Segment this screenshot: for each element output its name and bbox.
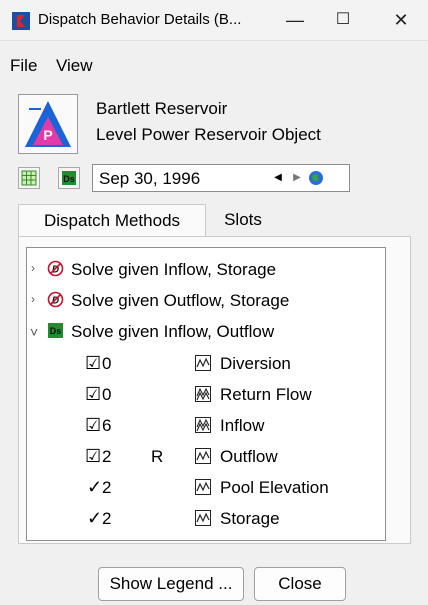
- method-label: Solve given Inflow, Storage: [71, 260, 277, 279]
- slot-label: Pool Elevation: [220, 478, 329, 497]
- series-slot-icon: [195, 510, 211, 526]
- chevron-down-icon[interactable]: ˅: [30, 324, 38, 340]
- reservoir-icon-letter: P: [43, 127, 52, 143]
- checkbox-icon: ☑: [85, 384, 102, 404]
- list-item-method-expanded[interactable]: ˅ Ds Solve given Inflow, Outflow: [27, 318, 385, 346]
- reservoir-object-icon: P: [18, 94, 78, 154]
- menu-file[interactable]: File: [10, 56, 37, 76]
- slot-value: 2: [102, 478, 112, 497]
- slot-label: Inflow: [220, 416, 265, 435]
- series-slot-icon: [195, 448, 211, 464]
- method-label: Solve given Inflow, Outflow: [71, 322, 275, 341]
- close-window-button[interactable]: ✕: [378, 4, 424, 36]
- slot-row[interactable]: ☑ 0 Diversion: [27, 350, 385, 378]
- chevron-right-icon[interactable]: ›: [31, 261, 35, 275]
- slot-row[interactable]: ✓ 2 Storage: [27, 505, 385, 533]
- checkmark-icon: ✓: [87, 508, 103, 528]
- list-item-method[interactable]: › D Solve given Inflow, Storage: [27, 256, 385, 284]
- object-type: Level Power Reservoir Object: [96, 125, 321, 144]
- slot-label: Storage: [220, 509, 280, 528]
- dispatch-methods-panel: › D Solve given Inflow, Storage › D Solv…: [18, 236, 411, 544]
- slot-label: Outflow: [220, 447, 278, 466]
- grid-view-button[interactable]: [18, 167, 40, 189]
- grid-icon: [21, 170, 37, 186]
- disabled-method-icon: D: [47, 291, 64, 308]
- window-title: Dispatch Behavior Details (B...: [38, 11, 242, 28]
- maximize-button[interactable]: ☐: [320, 4, 366, 36]
- slot-flag: R: [151, 447, 164, 466]
- slot-value: 0: [102, 354, 112, 373]
- slot-label: Diversion: [220, 354, 291, 373]
- chevron-right-icon[interactable]: ›: [31, 292, 35, 306]
- timestep-date-field[interactable]: Sep 30, 1996 ◀ ▶: [92, 164, 350, 192]
- dispatch-solution-button[interactable]: Ds: [58, 167, 80, 189]
- show-legend-button[interactable]: Show Legend ...: [98, 567, 244, 601]
- slot-value: 0: [102, 385, 112, 404]
- dispatch-ds-icon: Ds: [48, 323, 63, 338]
- list-item-method[interactable]: › D Solve given Outflow, Storage: [27, 287, 385, 315]
- globe-icon[interactable]: [307, 169, 325, 187]
- minimize-button[interactable]: —: [272, 4, 318, 36]
- checkmark-icon: ✓: [87, 477, 103, 497]
- menu-view[interactable]: View: [56, 56, 93, 76]
- title-bar: Dispatch Behavior Details (B... — ☐ ✕: [0, 0, 428, 41]
- slot-value: 2: [102, 509, 112, 528]
- next-timestep-button[interactable]: ▶: [288, 168, 306, 188]
- slot-value: 2: [102, 447, 112, 466]
- timestep-date[interactable]: Sep 30, 1996: [99, 169, 200, 189]
- tab-dispatch-methods[interactable]: Dispatch Methods: [18, 204, 206, 236]
- checkbox-icon: ☑: [85, 446, 102, 466]
- checkbox-icon: ☑: [85, 415, 102, 435]
- tab-slots[interactable]: Slots: [206, 204, 280, 236]
- slot-label: Return Flow: [220, 385, 312, 404]
- slot-row[interactable]: ☑ 2 R Outflow: [27, 443, 385, 471]
- object-name: Bartlett Reservoir: [96, 99, 228, 118]
- slot-row[interactable]: ✓ 2 Pool Elevation: [27, 474, 385, 502]
- riverware-app-icon: [12, 12, 30, 30]
- dispatch-ds-icon: Ds: [62, 171, 76, 185]
- close-button[interactable]: Close: [254, 567, 346, 601]
- previous-timestep-button[interactable]: ◀: [269, 168, 287, 188]
- svg-text:Ds: Ds: [63, 174, 75, 184]
- checkbox-icon: ☑: [85, 353, 102, 373]
- disabled-method-icon: D: [47, 260, 64, 277]
- series-slot-icon: [195, 479, 211, 495]
- method-label: Solve given Outflow, Storage: [71, 291, 290, 310]
- series-slot-icon: [195, 355, 211, 371]
- multi-slot-icon: [195, 386, 211, 402]
- slot-row[interactable]: ☑ 0 Return Flow: [27, 381, 385, 409]
- dispatch-method-tree[interactable]: › D Solve given Inflow, Storage › D Solv…: [26, 247, 386, 541]
- svg-text:Ds: Ds: [50, 326, 62, 336]
- slot-row[interactable]: ☑ 6 Inflow: [27, 412, 385, 440]
- multi-slot-icon: [195, 417, 211, 433]
- slot-value: 6: [102, 416, 112, 435]
